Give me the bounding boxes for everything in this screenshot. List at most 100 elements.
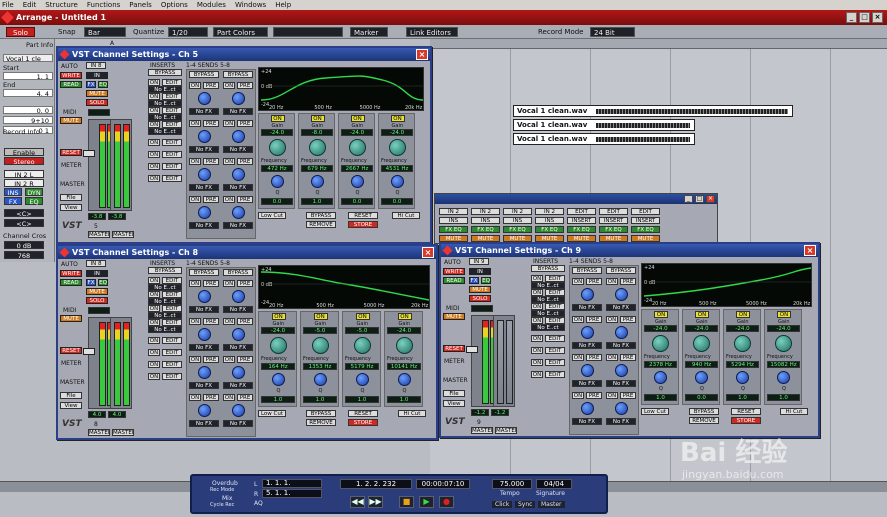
insert-slot-3[interactable]: No E..ct <box>148 312 182 319</box>
insert-slot-1[interactable]: No E..ct <box>148 284 182 291</box>
mute-button[interactable]: MUTE <box>86 90 108 97</box>
sync-button[interactable]: Sync <box>515 501 536 508</box>
fader-value-right[interactable]: 4.0 <box>108 411 126 418</box>
end-value[interactable]: 4. 4 <box>3 89 53 98</box>
mixer-row4-btn-1[interactable]: MUTE <box>471 235 500 242</box>
eq-freq-value-1[interactable]: 472 Hz <box>261 165 293 172</box>
insert-edit-button-4[interactable]: EDIT <box>162 121 182 128</box>
send-level-knob-2-1[interactable] <box>615 364 628 377</box>
eq-reset-button[interactable]: RESET <box>731 408 761 415</box>
mixer-row3-btn-2[interactable]: FX EQ <box>503 226 532 233</box>
eq-freq-knob-3[interactable] <box>355 373 369 386</box>
eq-store-button[interactable]: STORE <box>348 419 378 426</box>
insert-edit-button-3[interactable]: EDIT <box>162 107 182 114</box>
send-slot-pre-2-1[interactable]: PRE <box>237 158 253 165</box>
mixer-row3-btn-4[interactable]: FX EQ <box>567 226 596 233</box>
send-edit-4[interactable]: EDIT <box>162 175 182 182</box>
send-slot-pre-3-0[interactable]: PRE <box>586 392 602 399</box>
input-select[interactable]: IN 8 <box>86 260 106 267</box>
eq-remove-button[interactable]: REMOVE <box>306 419 336 426</box>
sends-bypass-button[interactable]: BYPASS <box>189 269 219 276</box>
eq-gain-value-4[interactable]: -24.0 <box>387 327 421 334</box>
send-slot-on-3-0[interactable]: ON <box>189 196 201 203</box>
menu-help[interactable]: Help <box>275 1 291 9</box>
fx-button[interactable]: FX <box>86 279 96 286</box>
eq-gain-value-1[interactable]: -24.0 <box>261 327 295 334</box>
insert-on-button-3[interactable]: ON <box>148 305 160 312</box>
sends-bypass-button-2[interactable]: BYPASS <box>223 269 253 276</box>
mixer-min-button[interactable]: _ <box>684 195 693 203</box>
eq-band-on-1[interactable]: ON <box>271 313 286 320</box>
eq-band-on-3[interactable]: ON <box>736 311 750 318</box>
view-menu[interactable]: View <box>443 400 465 407</box>
master-fader[interactable] <box>110 317 132 409</box>
write-button[interactable]: WRITE <box>60 72 82 79</box>
menu-windows[interactable]: Windows <box>235 1 266 9</box>
send-slot-on-1-1[interactable]: ON <box>223 120 235 127</box>
eq-freq-value-2[interactable]: 679 Hz <box>301 165 333 172</box>
eq-q-value-4[interactable]: 1.0 <box>387 396 421 403</box>
enable-button[interactable]: Enable <box>4 148 44 157</box>
menu-panels[interactable]: Panels <box>129 1 152 9</box>
send-level-knob-2-0[interactable] <box>198 366 211 379</box>
insert-slot-2[interactable]: No E..ct <box>148 100 182 107</box>
send-target-0-1[interactable]: No FX <box>223 306 253 313</box>
solo-button[interactable]: Solo <box>6 27 35 37</box>
view-menu[interactable]: View <box>60 204 82 211</box>
mix-label[interactable]: Mix <box>222 495 232 502</box>
eq-gain-value-4[interactable]: -24.0 <box>381 129 413 136</box>
mixer-row3-btn-0[interactable]: FX EQ <box>439 226 468 233</box>
hi-cut-button[interactable]: Hi Cut <box>392 212 420 219</box>
send-on-3[interactable]: ON <box>531 359 543 366</box>
send-target-0-0[interactable]: No FX <box>189 108 219 115</box>
mixer-row4-btn-5[interactable]: MUTE <box>599 235 628 242</box>
play-button[interactable]: ▶ <box>419 496 434 508</box>
fader-handle[interactable] <box>466 346 478 353</box>
mixer-row4-btn-0[interactable]: MUTE <box>439 235 468 242</box>
send-slot-pre-0-1[interactable]: PRE <box>237 280 253 287</box>
position-display[interactable]: 1. 2. 2. 232 <box>340 479 412 489</box>
insert-edit-button-1[interactable]: EDIT <box>162 79 182 86</box>
insert-on-button-1[interactable]: ON <box>148 79 160 86</box>
time-value[interactable]: 9+10 <box>3 116 53 125</box>
eq-button[interactable]: EQ <box>98 81 108 88</box>
eq-q-value-2[interactable]: 0.0 <box>685 394 718 401</box>
send-slot-pre-0-1[interactable]: PRE <box>620 278 636 285</box>
send-target-2-0[interactable]: No FX <box>189 382 219 389</box>
minimize-button[interactable]: _ <box>846 12 857 23</box>
send-edit-3[interactable]: EDIT <box>162 361 182 368</box>
input-left-select[interactable]: IN 2 L <box>4 170 44 179</box>
send-slot-pre-3-1[interactable]: PRE <box>237 394 253 401</box>
mixer-row4-btn-3[interactable]: MUTE <box>535 235 564 242</box>
eq-freq-knob-1[interactable] <box>654 371 667 384</box>
eq-q-value-1[interactable]: 0.0 <box>261 198 293 205</box>
track-name-value[interactable]: Vocal 1 cle <box>3 54 53 63</box>
send-slot-on-2-1[interactable]: ON <box>606 354 618 361</box>
fx-button[interactable]: FX <box>86 81 96 88</box>
send-slot-pre-2-0[interactable]: PRE <box>586 354 602 361</box>
eq-button[interactable]: EQ <box>25 197 43 206</box>
mixer-row3-btn-1[interactable]: FX EQ <box>471 226 500 233</box>
eq-freq-knob-1[interactable] <box>270 175 284 188</box>
eq-band-on-4[interactable]: ON <box>390 115 405 122</box>
sends-bypass-button[interactable]: BYPASS <box>189 71 219 78</box>
send-slot-on-0-0[interactable]: ON <box>189 82 201 89</box>
eq-store-button[interactable]: STORE <box>731 417 761 424</box>
send-edit-2[interactable]: EDIT <box>162 151 182 158</box>
send-level-knob-2-0[interactable] <box>198 168 211 181</box>
insert-on-button-3[interactable]: ON <box>531 303 543 310</box>
master-button[interactable]: MASTER <box>88 231 110 238</box>
send-target-3-0[interactable]: No FX <box>189 420 219 427</box>
send-edit-1[interactable]: EDIT <box>545 335 565 342</box>
send-target-0-1[interactable]: No FX <box>606 304 636 311</box>
master-fader[interactable] <box>110 119 132 211</box>
send-slot-pre-0-0[interactable]: PRE <box>586 278 602 285</box>
eq-bypass-button[interactable]: BYPASS <box>689 408 719 415</box>
eq-q-value-1[interactable]: 1.0 <box>261 396 295 403</box>
mixer-row1-btn-5[interactable]: EDIT <box>599 208 628 215</box>
link-editors-button[interactable]: Link Editors <box>406 27 458 37</box>
send-target-1-0[interactable]: No FX <box>189 344 219 351</box>
input-select[interactable]: IN 9 <box>469 258 489 265</box>
send-target-3-1[interactable]: No FX <box>223 222 253 229</box>
eq-curve-display[interactable]: +24 0 dB -24 20 Hz 500 Hz 5000 Hz 20k Hz <box>641 263 812 307</box>
